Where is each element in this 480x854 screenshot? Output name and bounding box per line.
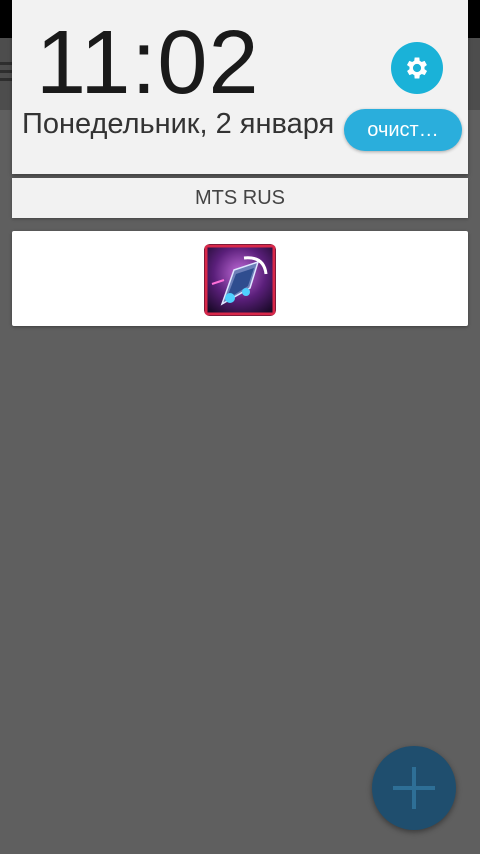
date: Понедельник, 2 января (22, 108, 335, 140)
clock: 11:02 (36, 13, 260, 113)
gear-icon (406, 57, 428, 79)
notification-card[interactable] (12, 231, 468, 326)
add-fab-button[interactable] (372, 746, 456, 830)
plus-icon (393, 767, 435, 809)
game-spaceship-icon (204, 244, 276, 316)
menu-icon (0, 62, 12, 84)
clear-button[interactable]: очист… (344, 109, 462, 151)
carrier-label: MTS RUS (12, 178, 468, 218)
settings-button[interactable] (391, 42, 443, 94)
notification-shade-header: 11:02 Понедельник, 2 января очист… (12, 0, 468, 174)
